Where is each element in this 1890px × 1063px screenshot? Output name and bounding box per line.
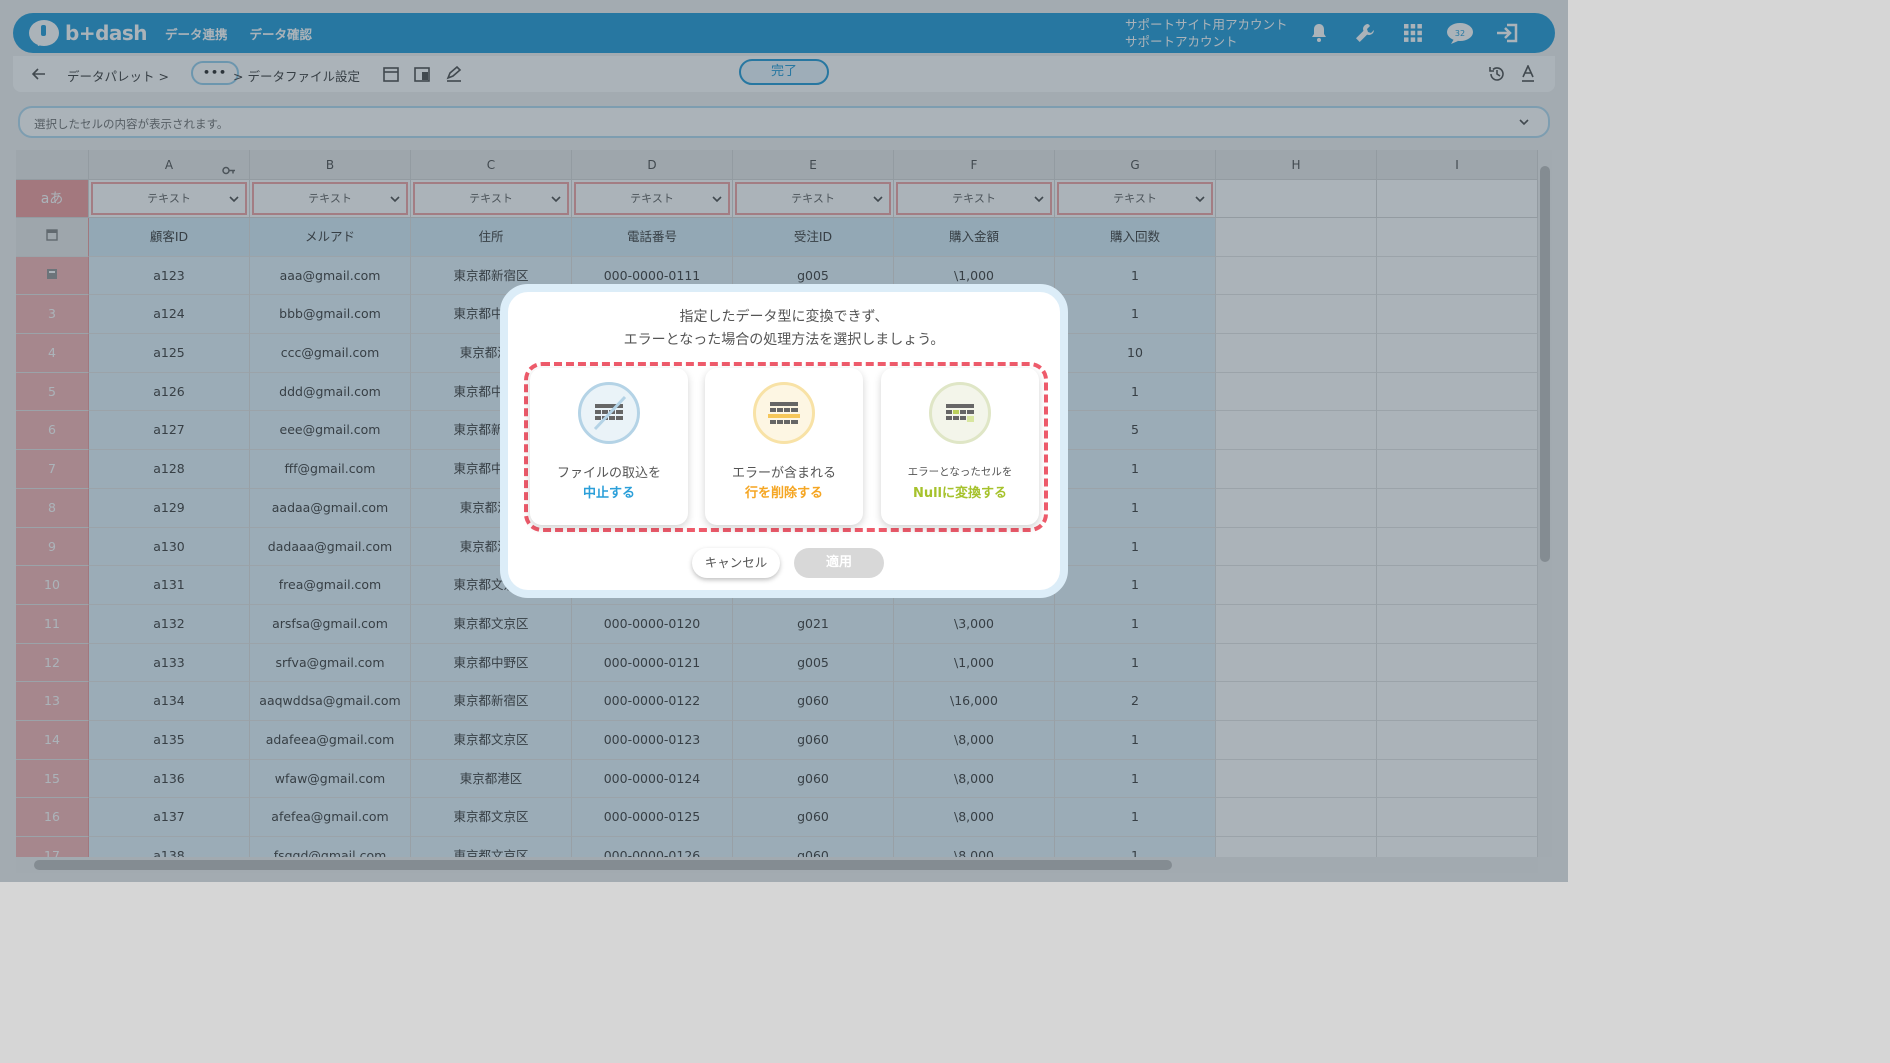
no-import-icon (578, 382, 640, 444)
cancel-button[interactable]: キャンセル (692, 548, 780, 578)
option-null-line1: エラーとなったセルを (907, 466, 1013, 478)
option-null-line2: Nullに変換する (912, 486, 1008, 501)
dialog-message: 指定したデータ型に変換できず、 エラーとなった場合の処理方法を選択しましょう。 (508, 306, 1060, 352)
option-delete-line1: エラーが含まれる (731, 466, 836, 481)
delete-rows-icon (753, 382, 815, 444)
option-abort-import[interactable]: ファイルの取込を 中止する (530, 368, 688, 525)
dialog-message-line1: 指定したデータ型に変換できず、 (679, 309, 889, 325)
apply-button[interactable]: 適用 (794, 548, 884, 578)
option-abort-line2: 中止する (582, 486, 635, 501)
option-abort-line1: ファイルの取込を (556, 466, 661, 481)
option-convert-to-null[interactable]: エラーとなったセルを Nullに変換する (881, 368, 1039, 525)
error-handling-dialog: 指定したデータ型に変換できず、 エラーとなった場合の処理方法を選択しましょう。 … (500, 284, 1068, 598)
dialog-message-line2: エラーとなった場合の処理方法を選択しましょう。 (623, 332, 945, 348)
option-delete-error-rows[interactable]: エラーが含まれる 行を削除する (705, 368, 863, 525)
option-delete-line2: 行を削除する (744, 486, 823, 501)
null-cell-icon (929, 382, 991, 444)
